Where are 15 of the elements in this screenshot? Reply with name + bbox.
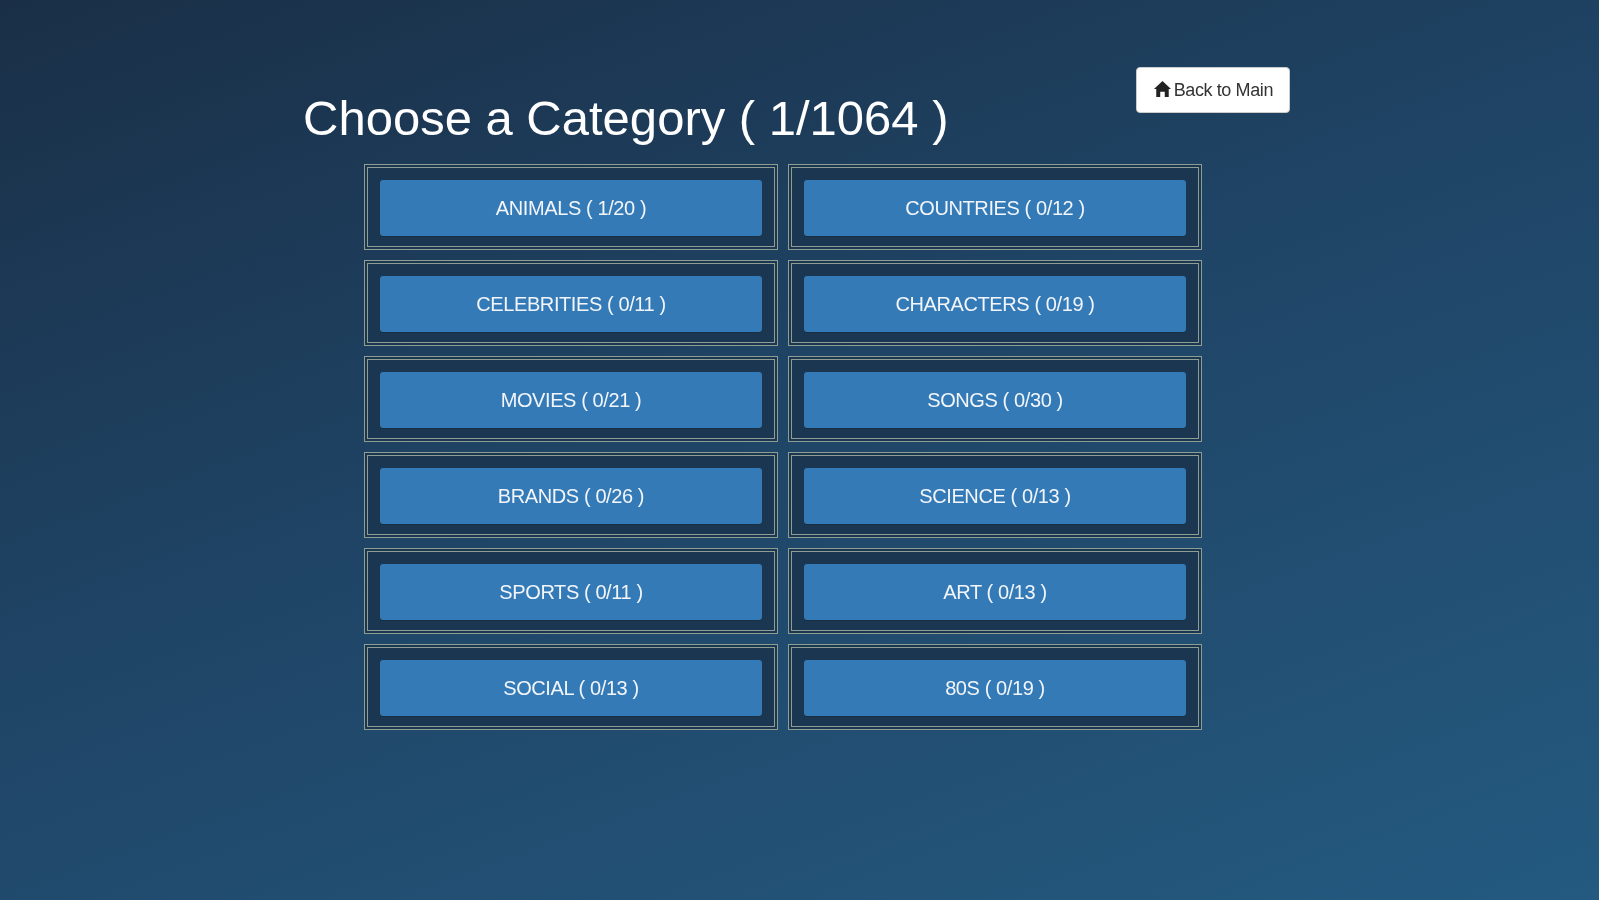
category-button[interactable]: CELEBRITIES ( 0/11 ) [380, 275, 762, 332]
category-button[interactable]: MOVIES ( 0/21 ) [380, 371, 762, 428]
back-to-main-button[interactable]: Back to Main [1135, 67, 1290, 114]
category-button[interactable]: ART ( 0/13 ) [804, 563, 1186, 620]
category-button[interactable]: SONGS ( 0/30 ) [804, 371, 1186, 428]
category-button[interactable]: SCIENCE ( 0/13 ) [804, 467, 1186, 524]
home-icon [1153, 81, 1171, 97]
category-button[interactable]: COUNTRIES ( 0/12 ) [804, 179, 1186, 236]
category-button[interactable]: ANIMALS ( 1/20 ) [380, 179, 762, 236]
category-button[interactable]: SPORTS ( 0/11 ) [380, 563, 762, 620]
category-button[interactable]: SOCIAL ( 0/13 ) [380, 659, 762, 716]
category-button[interactable]: 80S ( 0/19 ) [804, 659, 1186, 716]
page-title: Choose a Category ( 1/1064 ) [303, 92, 949, 146]
category-button[interactable]: CHARACTERS ( 0/19 ) [804, 275, 1186, 332]
category-button[interactable]: BRANDS ( 0/26 ) [380, 467, 762, 524]
